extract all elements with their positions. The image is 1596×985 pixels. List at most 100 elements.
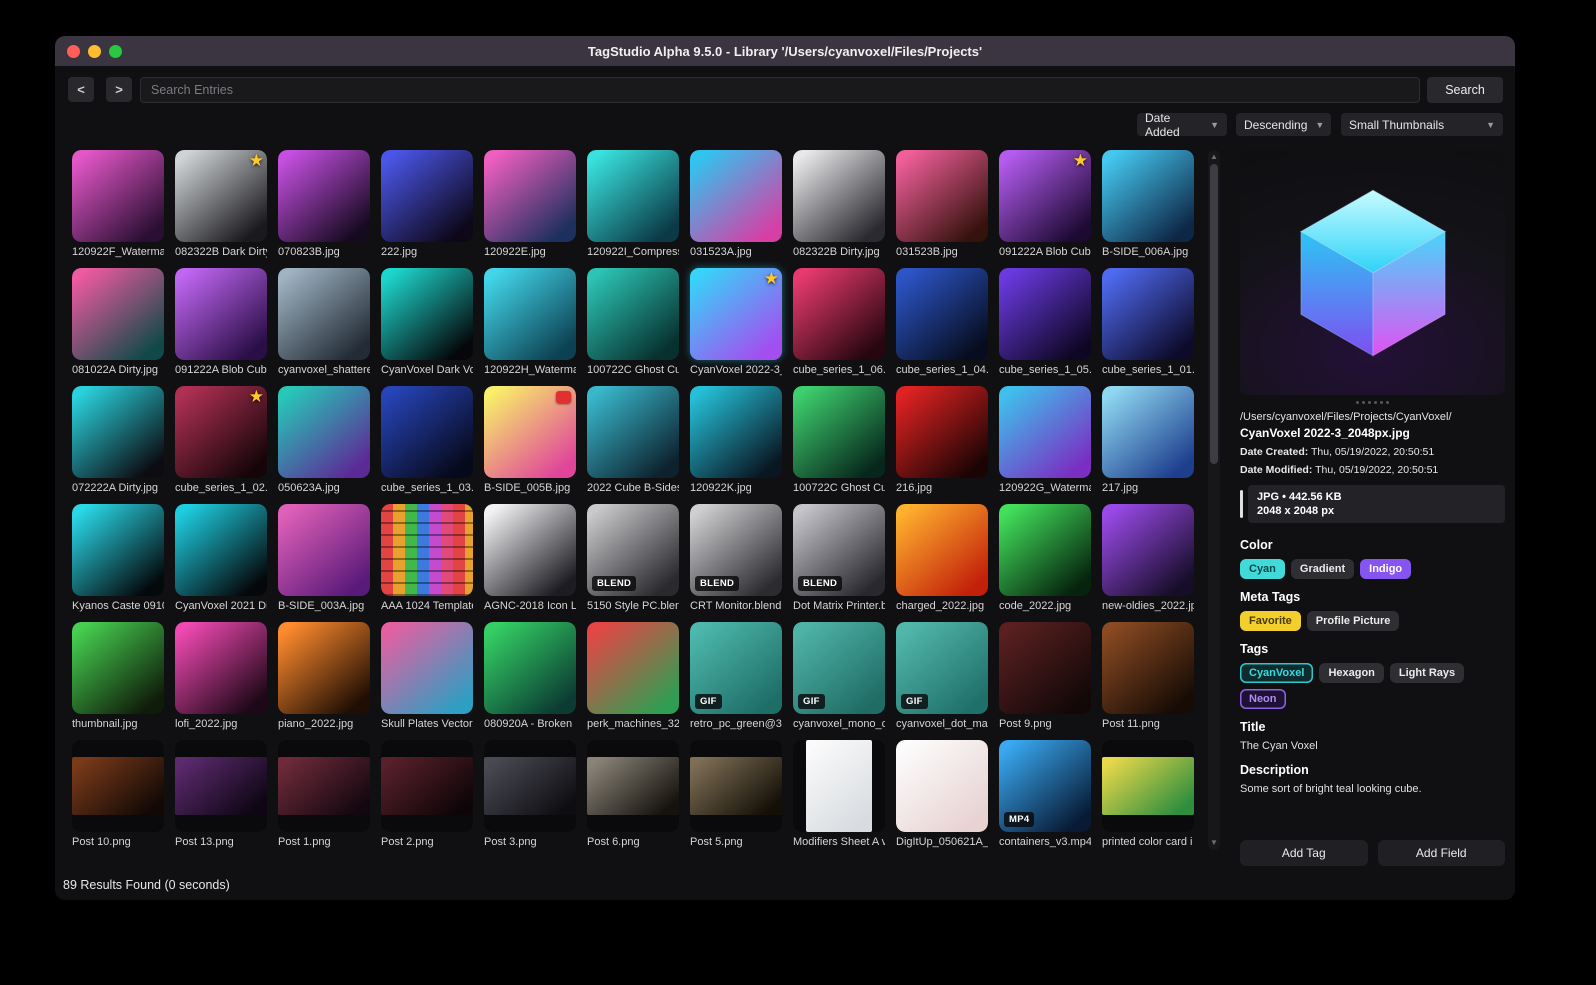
thumbnail[interactable] (175, 268, 267, 360)
thumbnail[interactable] (587, 622, 679, 714)
grid-item[interactable]: ★ 091222A Blob Cube (999, 150, 1091, 259)
thumbnail[interactable] (999, 622, 1091, 714)
thumbnail[interactable] (1102, 622, 1194, 714)
thumbnail[interactable] (1102, 386, 1194, 478)
tag-pill[interactable]: Neon (1240, 689, 1286, 709)
grid-item[interactable]: BLEND CRT Monitor.blend (690, 504, 782, 613)
thumbnail[interactable] (381, 386, 473, 478)
grid-item[interactable]: GIF cyanvoxel_dot_mat (896, 622, 988, 731)
thumbnail[interactable] (381, 504, 473, 596)
panel-resize-handle[interactable] (1240, 397, 1505, 407)
thumbnail[interactable] (484, 622, 576, 714)
grid-item[interactable]: cube_series_1_04.j (896, 268, 988, 377)
grid-item[interactable]: printed color card i (1102, 740, 1194, 849)
grid-item[interactable]: 120922I_Compresse (587, 150, 679, 259)
thumbnail[interactable] (72, 268, 164, 360)
grid-item[interactable]: cube_series_1_01.j (1102, 268, 1194, 377)
thumbnail[interactable] (72, 386, 164, 478)
grid-item[interactable]: 216.jpg (896, 386, 988, 495)
close-button[interactable] (67, 45, 80, 58)
thumbnail[interactable] (484, 504, 576, 596)
thumbnail[interactable] (278, 622, 370, 714)
thumbnail[interactable] (1102, 740, 1194, 832)
grid-item[interactable]: 080920A - Broken I (484, 622, 576, 731)
grid-item[interactable]: piano_2022.jpg (278, 622, 370, 731)
search-button[interactable]: Search (1427, 77, 1503, 103)
back-button[interactable]: < (68, 77, 94, 102)
thumbnail[interactable] (999, 268, 1091, 360)
thumbnail[interactable] (793, 150, 885, 242)
grid-item[interactable]: cyanvoxel_shattere (278, 268, 370, 377)
grid-item[interactable]: 120922K.jpg (690, 386, 782, 495)
thumbnail[interactable] (381, 622, 473, 714)
grid-item[interactable]: Post 9.png (999, 622, 1091, 731)
thumbnail[interactable] (690, 150, 782, 242)
thumbnail[interactable] (896, 150, 988, 242)
grid-item[interactable]: 082322B Dirty.jpg (793, 150, 885, 259)
thumbnail[interactable]: ★ (175, 150, 267, 242)
scrollbar-thumb[interactable] (1210, 164, 1218, 464)
grid-item[interactable]: Post 1.png (278, 740, 370, 849)
thumbnail[interactable] (175, 504, 267, 596)
grid-item[interactable]: BLEND Dot Matrix Printer.b (793, 504, 885, 613)
thumbnail[interactable] (72, 622, 164, 714)
tag-pill[interactable]: Profile Picture (1306, 611, 1400, 631)
thumbnail[interactable] (896, 740, 988, 832)
grid-item[interactable]: B-SIDE_003A.jpg (278, 504, 370, 613)
grid-item[interactable]: 100722C Ghost Cub (793, 386, 885, 495)
grid-item[interactable]: GIF cyanvoxel_mono_cr (793, 622, 885, 731)
scroll-up-icon[interactable]: ▲ (1210, 150, 1218, 164)
thumbnail[interactable] (278, 504, 370, 596)
thumbnail[interactable] (72, 740, 164, 832)
grid-item[interactable]: code_2022.jpg (999, 504, 1091, 613)
grid-item[interactable]: charged_2022.jpg (896, 504, 988, 613)
grid-item[interactable]: Skull Plates Vector (381, 622, 473, 731)
grid-item[interactable]: B-SIDE_006A.jpg (1102, 150, 1194, 259)
grid-item[interactable]: GIF retro_pc_green@3x (690, 622, 782, 731)
grid-item[interactable]: 2022 Cube B-Sides (587, 386, 679, 495)
forward-button[interactable]: > (106, 77, 132, 102)
grid-item[interactable]: DigItUp_050621A_S (896, 740, 988, 849)
grid-item[interactable]: 100722C Ghost Cub (587, 268, 679, 377)
tag-pill[interactable]: Light Rays (1389, 663, 1465, 683)
grid-item[interactable]: Post 3.png (484, 740, 576, 849)
thumbnail[interactable] (896, 504, 988, 596)
grid-item[interactable]: 120922F_Watermark (72, 150, 164, 259)
grid-item[interactable]: Modifiers Sheet A v (793, 740, 885, 849)
thumbnail[interactable] (587, 740, 679, 832)
grid-item[interactable]: perk_machines_32p (587, 622, 679, 731)
thumbnail[interactable] (690, 740, 782, 832)
thumb-size-dropdown[interactable]: Small Thumbnails ▼ (1341, 113, 1503, 136)
grid-item[interactable]: 222.jpg (381, 150, 473, 259)
grid-item[interactable]: CyanVoxel 2021 Dis (175, 504, 267, 613)
grid-item[interactable]: AAA 1024 Template (381, 504, 473, 613)
thumbnail[interactable]: GIF (690, 622, 782, 714)
grid-item[interactable]: 217.jpg (1102, 386, 1194, 495)
thumbnail[interactable]: BLEND (690, 504, 782, 596)
thumbnail[interactable] (381, 740, 473, 832)
grid-item[interactable]: Post 13.png (175, 740, 267, 849)
grid-item[interactable]: CyanVoxel Dark Vox (381, 268, 473, 377)
grid-item[interactable]: 031523A.jpg (690, 150, 782, 259)
thumbnail[interactable] (999, 504, 1091, 596)
thumbnail[interactable] (72, 504, 164, 596)
thumbnail[interactable] (278, 740, 370, 832)
thumbnail[interactable] (1102, 150, 1194, 242)
thumbnail[interactable]: ★ (690, 268, 782, 360)
thumbnail[interactable] (278, 150, 370, 242)
grid-item[interactable]: lofi_2022.jpg (175, 622, 267, 731)
thumbnail[interactable]: BLEND (587, 504, 679, 596)
thumbnail[interactable] (793, 268, 885, 360)
tag-pill[interactable]: Favorite (1240, 611, 1301, 631)
grid-item[interactable]: 081022A Dirty.jpg (72, 268, 164, 377)
grid-item[interactable]: 091222A Blob Cube (175, 268, 267, 377)
grid-item[interactable]: BLEND 5150 Style PC.blend (587, 504, 679, 613)
grid-item[interactable]: 070823B.jpg (278, 150, 370, 259)
thumbnail[interactable] (484, 150, 576, 242)
thumbnail[interactable] (587, 268, 679, 360)
thumbnail[interactable] (175, 740, 267, 832)
grid-item[interactable]: Post 2.png (381, 740, 473, 849)
tag-pill[interactable]: Gradient (1290, 559, 1355, 579)
thumbnail[interactable] (793, 740, 885, 832)
tag-pill[interactable]: Hexagon (1319, 663, 1384, 683)
